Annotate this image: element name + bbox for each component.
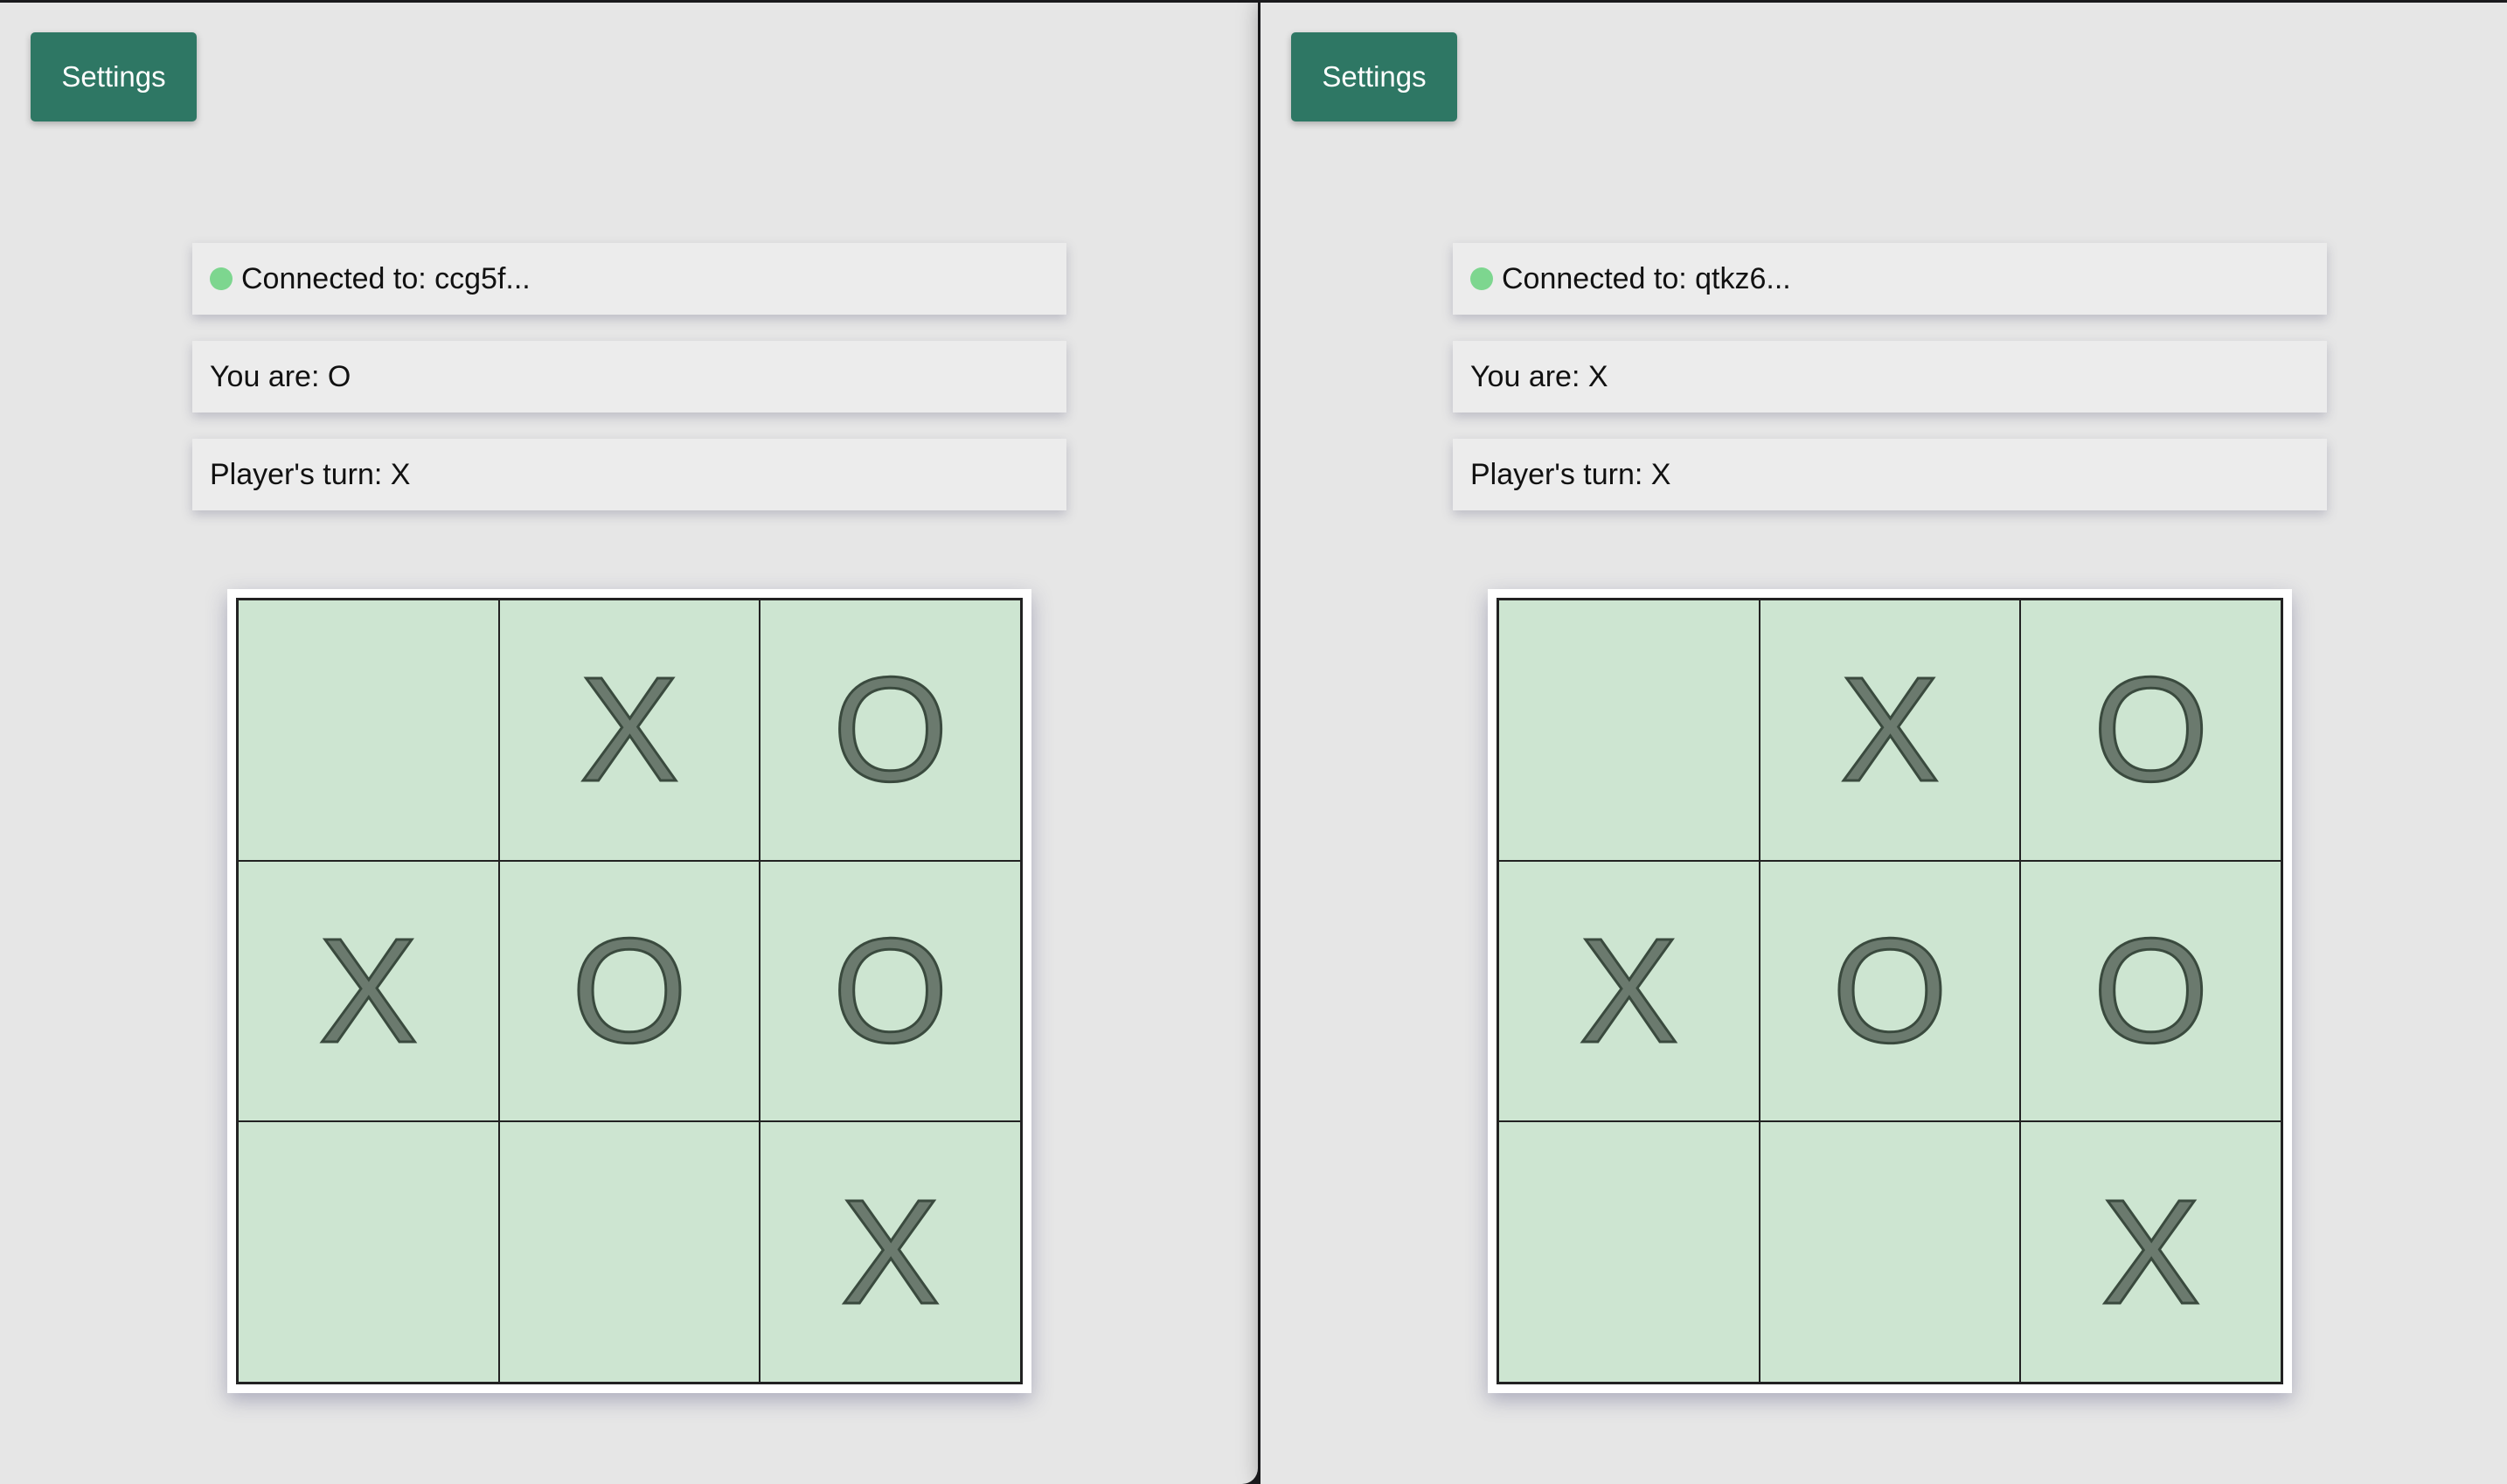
board-cell-1[interactable]: X	[498, 600, 760, 861]
connection-status: Connected to: qtkz6...	[1453, 243, 2327, 315]
board-cell-5[interactable]: O	[760, 860, 1021, 1122]
game-window-right: Settings Connected to: qtkz6... You are:…	[1260, 3, 2507, 1484]
board-cell-6[interactable]	[1498, 1121, 1760, 1383]
connection-status: Connected to: ccg5f...	[192, 243, 1066, 315]
board-cell-4[interactable]: O	[498, 860, 760, 1122]
turn-status-text: Player's turn: X	[210, 457, 411, 491]
board-cell-0[interactable]	[1498, 600, 1760, 861]
board-cell-6[interactable]	[238, 1121, 499, 1383]
board-frame: X O X O O X	[1488, 589, 2292, 1393]
board-cell-7[interactable]	[498, 1121, 760, 1383]
player-symbol-text: You are: O	[210, 359, 351, 393]
connected-dot-icon	[210, 267, 233, 290]
board-cell-4[interactable]: O	[1759, 860, 2021, 1122]
connected-dot-icon	[1470, 267, 1493, 290]
game-window-left: Settings Connected to: ccg5f... You are:…	[0, 3, 1258, 1484]
board-cell-2[interactable]: O	[2020, 600, 2281, 861]
player-symbol-text: You are: X	[1470, 359, 1608, 393]
board-cell-1[interactable]: X	[1759, 600, 2021, 861]
turn-status: Player's turn: X	[192, 439, 1066, 510]
board-cell-2[interactable]: O	[760, 600, 1021, 861]
board-cell-7[interactable]	[1759, 1121, 2021, 1383]
tic-tac-toe-board: X O X O O X	[236, 598, 1023, 1384]
player-symbol-status: You are: O	[192, 341, 1066, 413]
screen: Settings Connected to: ccg5f... You are:…	[0, 0, 2507, 1484]
board-cell-8[interactable]: X	[760, 1121, 1021, 1383]
connection-status-text: Connected to: ccg5f...	[241, 261, 531, 295]
connection-status-text: Connected to: qtkz6...	[1502, 261, 1791, 295]
board-cell-3[interactable]: X	[1498, 860, 1760, 1122]
settings-button[interactable]: Settings	[1291, 32, 1457, 121]
player-symbol-status: You are: X	[1453, 341, 2327, 413]
board-cell-8[interactable]: X	[2020, 1121, 2281, 1383]
turn-status-text: Player's turn: X	[1470, 457, 1671, 491]
board-frame: X O X O O X	[227, 589, 1031, 1393]
board-cell-3[interactable]: X	[238, 860, 499, 1122]
board-cell-5[interactable]: O	[2020, 860, 2281, 1122]
settings-button[interactable]: Settings	[31, 32, 197, 121]
turn-status: Player's turn: X	[1453, 439, 2327, 510]
tic-tac-toe-board: X O X O O X	[1497, 598, 2283, 1384]
board-cell-0[interactable]	[238, 600, 499, 861]
